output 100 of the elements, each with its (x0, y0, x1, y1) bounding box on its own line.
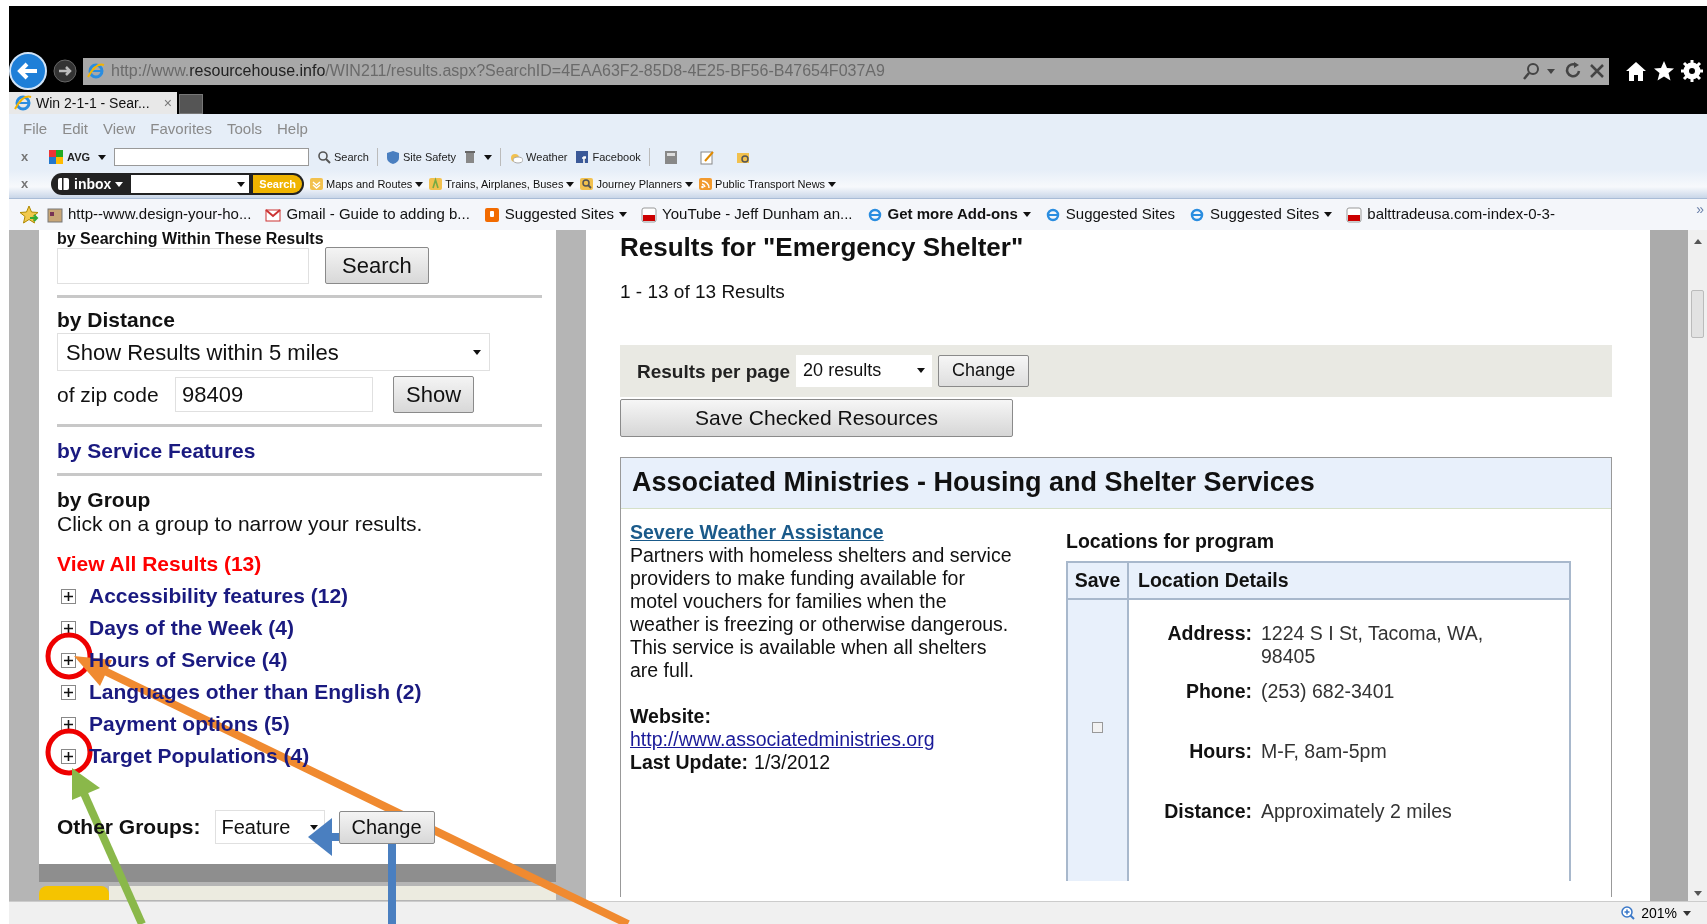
favorite-link[interactable]: Get more Add-ons (887, 203, 1018, 226)
field-value: (253) 682-3401 (1260, 679, 1396, 703)
field-value: 1224 S I St, Tacoma, WA, 98405 (1260, 621, 1485, 668)
scrollbar-thumb[interactable] (1691, 290, 1705, 338)
calculator-icon[interactable] (663, 149, 678, 165)
favorite-link[interactable]: Suggested Sites (1210, 203, 1320, 226)
favorite-link[interactable]: YouTube - Jeff Dunham an... (662, 203, 853, 226)
tab-close-button[interactable]: × (163, 92, 172, 114)
field-label: Last Update: (630, 750, 749, 774)
section-heading: Locations for program (1066, 528, 1275, 554)
browser-icon (1044, 206, 1061, 223)
save-checkbox[interactable] (1092, 721, 1103, 733)
expand-icon[interactable] (61, 684, 76, 700)
favorite-link[interactable]: balttradeusa.com-index-0-3- (1367, 203, 1555, 226)
section-heading: by Searching Within These Results (57, 230, 325, 247)
browser-icon (1189, 206, 1206, 223)
per-page-select[interactable]: 20 results (796, 354, 933, 387)
expand-icon[interactable] (61, 588, 76, 604)
card-heading: Associated Ministries - Housing and Shelter Services (632, 466, 1315, 500)
toolbar-button[interactable]: Maps and Routes (326, 175, 413, 193)
caret-icon (828, 181, 837, 187)
rss-icon (699, 177, 713, 191)
caret-icon (115, 181, 124, 187)
scrollbar[interactable] (1688, 230, 1707, 901)
toolbar-button[interactable]: Site Safety (402, 148, 457, 166)
close-icon[interactable] (1589, 63, 1605, 79)
field-label: Hours: (1189, 739, 1252, 762)
video-icon (1346, 206, 1363, 223)
results-title: Results for "Emergency Shelter" (620, 231, 1024, 262)
back-button[interactable] (9, 52, 47, 90)
toolbar-button[interactable]: Weather (526, 148, 568, 166)
toolbar-button[interactable]: Search (334, 148, 369, 166)
view-all-link[interactable]: View All Results (13) (57, 552, 262, 576)
search-field[interactable] (131, 175, 250, 193)
group-link[interactable]: Days of the Week (4) (89, 612, 294, 644)
section-heading: by Distance (57, 309, 176, 331)
favorites-more-button[interactable]: » (1696, 199, 1704, 220)
toolbar-close-button[interactable]: x (21, 147, 41, 167)
change-button[interactable]: Change (938, 354, 1030, 387)
toolbar-button[interactable]: Journey Planners (596, 175, 683, 193)
toolbar-close-button[interactable]: x (21, 174, 49, 194)
field-label: Distance: (1164, 799, 1252, 822)
toolbar-button[interactable]: Public Transport News (715, 175, 826, 193)
favorite-link[interactable]: Gmail - Guide to adding b... (286, 203, 470, 226)
program-link[interactable]: Severe Weather Assistance (630, 520, 884, 543)
expand-icon[interactable] (61, 652, 76, 668)
search-icon[interactable] (1523, 62, 1541, 80)
field-value: Approximately 2 miles (1260, 799, 1453, 823)
page-icon (47, 206, 63, 223)
browser-icon (87, 62, 105, 80)
zip-field[interactable]: 98409 (175, 377, 373, 412)
bookmark-icon (483, 206, 500, 223)
website-link[interactable]: http://www.associatedministries.org (630, 727, 935, 750)
save-resources-button[interactable]: Save Checked Resources (620, 398, 1013, 437)
search-icon (317, 150, 332, 164)
favorites-star-icon[interactable] (19, 204, 39, 225)
field-label: Phone: (1185, 679, 1252, 702)
search-field[interactable] (114, 148, 310, 166)
toolbar-button[interactable]: Facebook (592, 148, 641, 166)
search-button[interactable]: Search (325, 247, 429, 284)
zoom-icon[interactable] (1621, 906, 1636, 920)
group-link[interactable]: Accessibility features (12) (89, 580, 349, 612)
url-text: http://www.resourcehouse.info/WIN211/results.aspx?SearchID=4EAA63F2-85D8-4E25-BF56-B47654F037A9 (111, 61, 886, 81)
zoom-level[interactable]: 201% (1641, 902, 1677, 924)
change-button[interactable]: Change (338, 810, 435, 844)
brand-label: inbox (74, 174, 112, 194)
show-button[interactable]: Show (393, 376, 475, 413)
features-link[interactable]: by Service Features (57, 439, 256, 463)
field-label: of zip code (57, 381, 160, 408)
group-select[interactable]: Feature (214, 810, 325, 844)
trash-icon[interactable] (464, 150, 477, 164)
favorite-link[interactable]: Suggested Sites (1065, 203, 1176, 226)
section-heading: by Group (57, 488, 151, 512)
field-value: 1/3/2012 (754, 750, 830, 774)
caret-icon (1683, 910, 1691, 916)
map-folder-icon (310, 177, 324, 191)
home-icon[interactable] (1625, 60, 1647, 82)
address-bar[interactable]: http://www.resourcehouse.info/WIN211/results.aspx?SearchID=4EAA63F2-85D8-4E25-BF56-B47654F037A9 (83, 57, 1609, 85)
scroll-up-icon[interactable] (1692, 238, 1703, 245)
scroll-down-icon[interactable] (1692, 890, 1703, 897)
favorite-link[interactable]: http--www.design-your-ho... (68, 203, 252, 226)
gmail-icon (265, 206, 282, 223)
video-icon (641, 206, 658, 223)
refresh-icon[interactable] (1565, 62, 1583, 80)
settings-icon[interactable] (1681, 60, 1703, 82)
star-icon[interactable] (1653, 60, 1675, 82)
avg-logo-icon (49, 150, 63, 164)
results-count: 1 - 13 of 13 Results (620, 280, 785, 304)
browser-tab[interactable]: Win 2-1-1 - Sear... × (9, 92, 177, 114)
toolbar-button[interactable]: Trains, Airplanes, Buses (445, 175, 564, 193)
distance-select[interactable]: Show Results within 5 miles (57, 333, 490, 371)
caret-icon (917, 368, 926, 373)
field-label: Website: (630, 704, 711, 727)
column-header: Save (1068, 562, 1129, 598)
notepad-icon[interactable] (699, 149, 714, 165)
mail-icon (57, 177, 70, 191)
caret-icon (685, 181, 694, 187)
favorite-link[interactable]: Suggested Sites (504, 203, 615, 226)
forward-button[interactable] (53, 59, 77, 83)
expand-icon[interactable] (61, 748, 76, 764)
